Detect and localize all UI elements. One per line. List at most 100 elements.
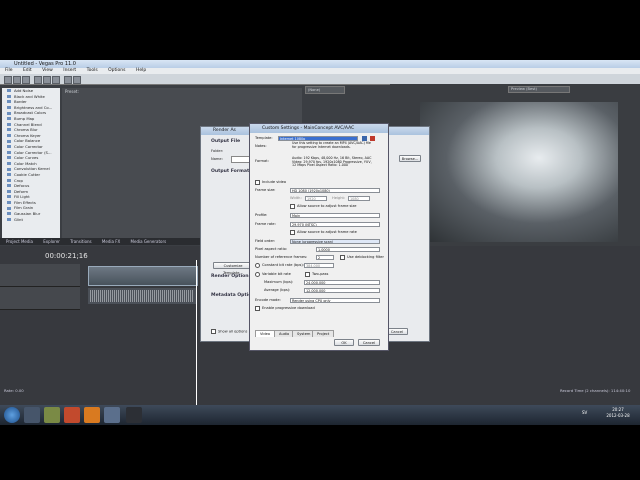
ref-frames-label: Number of reference frames: [255,255,308,259]
constant-bitrate-radio[interactable] [255,262,260,268]
menu-tools[interactable]: Tools [87,68,98,73]
allow-frame-rate-checkbox[interactable] [290,229,295,235]
cancel-button[interactable]: Cancel [358,339,380,346]
cut-icon[interactable] [34,76,42,84]
field-order-select[interactable]: None (progressive scan) [290,239,380,244]
menu-insert[interactable]: Insert [63,68,76,73]
video-clip[interactable] [88,266,198,286]
variable-bitrate-radio[interactable] [255,271,260,277]
show-all-options[interactable]: Show all options [211,329,247,334]
progressive-download-label: Enable progressive download [262,306,315,310]
customize-template-button[interactable]: Customize Template... [213,262,253,275]
tab-media-fx[interactable]: Media FX [102,239,120,244]
firefox-taskbar-icon[interactable] [84,407,100,423]
ref-frames-field[interactable]: 2 [316,255,334,260]
menu-options[interactable]: Options [108,68,125,73]
render-options-section[interactable]: Render Options [211,274,251,279]
undo-icon[interactable] [64,76,72,84]
video-track-header[interactable] [0,264,80,287]
average-field[interactable]: 12,000,000 [304,288,380,293]
output-file-section[interactable]: Output File [211,139,240,144]
name-label: Name: [211,157,223,161]
menu-file[interactable]: File [5,68,13,73]
constant-bitrate-option[interactable]: Constant bit rate (bps): [255,262,304,268]
include-video-option[interactable]: Include video [255,179,286,185]
custom-settings-title: Custom Settings - MainConcept AVC/AAC [250,124,388,133]
notes-label: Notes: [255,144,267,148]
new-icon[interactable] [4,76,12,84]
tab-video[interactable]: Video [255,330,276,337]
frame-rate-select[interactable]: 29.970 (NTSC) [290,222,380,227]
deblock-option[interactable]: Use deblocking filter [340,254,384,260]
tab-project-media[interactable]: Project Media [6,239,33,244]
maximum-field[interactable]: 24,000,000 [304,280,380,285]
progressive-download-option[interactable]: Enable progressive download [255,305,315,311]
allow-frame-rate-option[interactable]: Allow source to adjust frame rate [290,229,357,235]
variable-bitrate-option[interactable]: Variable bit rate [255,271,291,277]
audio-track-header[interactable] [0,287,80,310]
width-label: Width: [290,196,302,200]
vegas-taskbar-icon[interactable] [104,407,120,423]
explorer-taskbar-icon[interactable] [24,407,40,423]
width-field[interactable]: 1920 [305,196,327,201]
two-pass-option[interactable]: Two-pass [305,271,328,277]
pixel-aspect-select[interactable]: 1.0000 [316,247,380,252]
preview-fx-dropdown[interactable]: (None) [305,86,345,94]
variable-bitrate-label: Variable bit rate [262,272,291,276]
profile-select[interactable]: Main [290,213,380,218]
menu-help[interactable]: Help [136,68,146,73]
field-order-label: Field order: [255,239,276,243]
language-indicator[interactable]: SV [582,410,587,415]
browse-button[interactable]: Browse... [399,155,421,162]
copy-icon[interactable] [43,76,51,84]
tab-explorer[interactable]: Explorer [43,239,60,244]
profile-label: Profile: [255,213,268,217]
deblock-label: Use deblocking filter [347,255,384,259]
height-field[interactable]: 1080 [348,196,370,201]
window-titlebar: Untitled - Vegas Pro 11.0 [0,60,640,68]
constant-bitrate-field[interactable]: 384,000 [304,263,334,268]
media-player-taskbar-icon[interactable] [44,407,60,423]
tab-media-generators[interactable]: Media Generators [131,239,167,244]
maximum-label: Maximum (bps): [264,280,294,284]
preset-label: Preset: [65,89,79,94]
ok-button[interactable]: OK [334,339,354,346]
include-video-checkbox[interactable] [255,179,260,185]
template-label: Template: [255,136,273,140]
preview-quality-dropdown[interactable]: Preview (Best) [508,86,570,93]
output-format-section[interactable]: Output Format [211,169,249,174]
playhead-cursor[interactable] [196,260,197,405]
encode-mode-select[interactable]: Render using CPU only [290,298,380,303]
paste-icon[interactable] [52,76,60,84]
show-all-checkbox[interactable] [211,329,216,334]
custom-settings-dialog: Custom Settings - MainConcept AVC/AAC Te… [249,123,389,351]
folder-label: Folder: [211,149,224,153]
start-button-icon[interactable] [4,407,20,423]
list-item[interactable]: Glint [2,217,60,223]
menu-view[interactable]: View [42,68,53,73]
save-icon[interactable] [22,76,30,84]
app-taskbar-icon[interactable] [126,407,142,423]
chrome-taskbar-icon[interactable] [64,407,80,423]
top-letterbox [0,0,640,60]
status-bar: Rate: 0.00 Record Time (2 channels): 114… [0,388,640,394]
progressive-download-checkbox[interactable] [255,305,260,311]
taskbar-clock[interactable]: 20:27 2012-03-28 [598,407,638,419]
two-pass-checkbox[interactable] [305,271,310,277]
bottom-letterbox [0,425,640,480]
menu-edit[interactable]: Edit [23,68,32,73]
tab-project[interactable]: Project [312,330,335,337]
open-icon[interactable] [13,76,21,84]
audio-waveform [90,290,194,302]
frame-rate-label: Frame rate: [255,222,276,226]
frame-size-select[interactable]: HD 1080 (1920x1080) [290,188,380,193]
allow-frame-size-option[interactable]: Allow source to adjust frame size [290,203,357,209]
allow-frame-size-checkbox[interactable] [290,203,295,209]
allow-frame-size-label: Allow source to adjust frame size [297,204,357,208]
notes-text: Use this setting to create an MP4 (AVC/A… [292,141,371,149]
render-cancel-button[interactable]: Cancel [386,328,408,335]
tab-transitions[interactable]: Transitions [70,239,91,244]
average-label: Average (bps): [264,288,291,292]
redo-icon[interactable] [73,76,81,84]
deblock-checkbox[interactable] [340,254,345,260]
